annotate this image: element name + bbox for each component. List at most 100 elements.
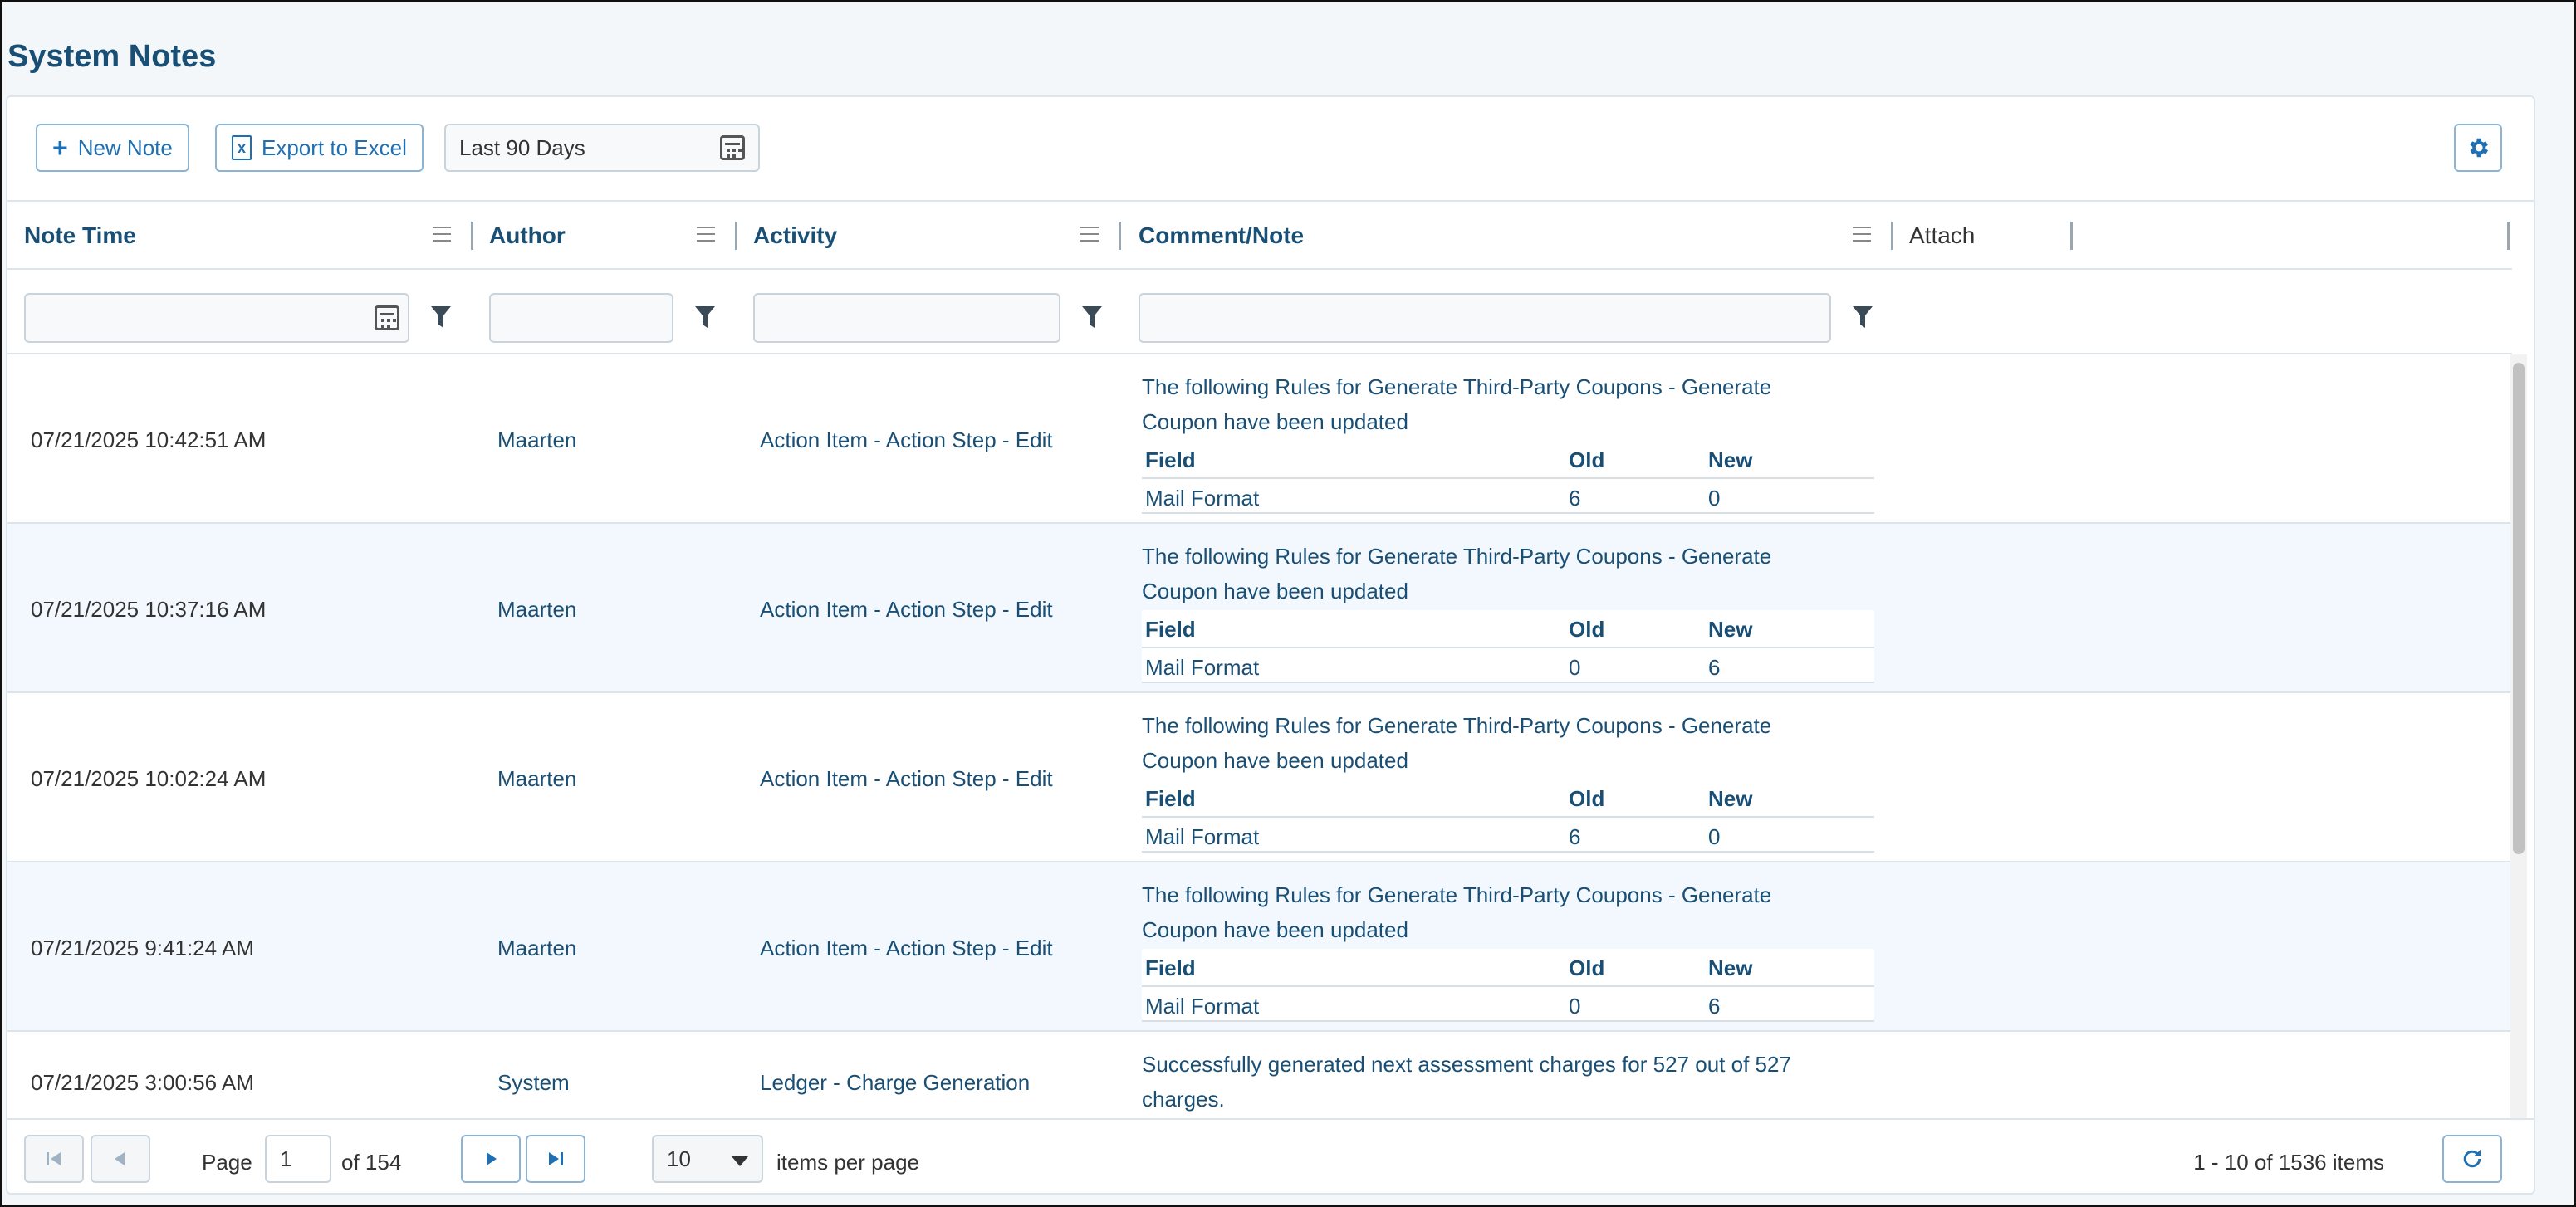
filter-icon[interactable] (695, 306, 715, 328)
change-field-header: Field (1145, 617, 1196, 642)
table-row[interactable]: 07/21/2025 10:42:51 AM Maarten Action It… (7, 354, 2512, 524)
page-label: Page (202, 1150, 252, 1175)
filter-row (7, 270, 2512, 354)
change-new-value: 0 (1708, 824, 1721, 849)
activity-cell: Action Item - Action Step - Edit (760, 766, 1053, 791)
column-header-note-time[interactable]: Note Time (24, 202, 136, 270)
column-header-attach[interactable]: Attach (1909, 202, 1975, 270)
grid-body: 07/21/2025 10:42:51 AM Maarten Action It… (7, 354, 2512, 1126)
comment-filter-input[interactable] (1139, 293, 1831, 343)
first-page-button[interactable] (24, 1135, 84, 1183)
last-page-button[interactable] (526, 1135, 585, 1183)
change-field-header: Field (1145, 786, 1196, 811)
change-table: Field Old New Mail Format 6 0 (1142, 441, 1874, 514)
previous-page-button[interactable] (91, 1135, 150, 1183)
author-cell: System (497, 1070, 570, 1095)
first-page-icon (47, 1152, 61, 1165)
change-new-header: New (1708, 786, 1753, 811)
note-time-cell: 07/21/2025 3:00:56 AM (31, 1070, 254, 1095)
per-page-value: 10 (667, 1146, 691, 1171)
column-header-activity[interactable]: Activity (753, 202, 837, 270)
table-row[interactable]: 07/21/2025 10:37:16 AM Maarten Action It… (7, 524, 2512, 693)
date-range-value: Last 90 Days (459, 134, 585, 160)
page-number-input[interactable]: 1 (265, 1135, 331, 1183)
change-old-header: Old (1569, 786, 1605, 811)
chevron-down-icon (732, 1156, 748, 1166)
filter-icon[interactable] (1082, 306, 1102, 328)
comment-text: Successfully generated next assessment c… (1142, 1052, 1791, 1112)
note-time-cell: 07/21/2025 10:37:16 AM (31, 597, 267, 622)
comment-text: The following Rules for Generate Third-P… (1142, 713, 1772, 773)
chevron-right-icon (487, 1152, 497, 1165)
table-row[interactable]: 07/21/2025 10:02:24 AM Maarten Action It… (7, 693, 2512, 862)
items-per-page-select[interactable]: 10 (652, 1135, 763, 1183)
new-note-label: New Note (77, 134, 173, 160)
change-old-header: Old (1569, 955, 1605, 980)
column-resize-handle[interactable] (1119, 222, 1121, 250)
author-cell: Maarten (497, 766, 577, 791)
change-old-value: 0 (1569, 655, 1581, 680)
filter-icon[interactable] (431, 306, 451, 328)
last-page-icon (549, 1152, 563, 1165)
change-field-header: Field (1145, 955, 1196, 980)
column-header-author[interactable]: Author (489, 202, 566, 270)
column-resize-handle[interactable] (471, 222, 473, 250)
change-table: Field Old New Mail Format 0 6 (1142, 949, 1874, 1022)
change-field-value: Mail Format (1145, 994, 1260, 1019)
activity-cell: Action Item - Action Step - Edit (760, 597, 1053, 622)
change-table: Field Old New Mail Format 6 0 (1142, 779, 1874, 853)
column-resize-handle[interactable] (2507, 222, 2510, 250)
change-new-header: New (1708, 447, 1753, 472)
author-filter-input[interactable] (489, 293, 673, 343)
plus-icon: + (52, 133, 68, 163)
column-resize-handle[interactable] (1891, 222, 1893, 250)
new-note-button[interactable]: + New Note (36, 124, 189, 172)
system-notes-grid: + New Note x Export to Excel Last 90 Day… (6, 95, 2535, 1195)
table-row[interactable]: 07/21/2025 3:00:56 AM System Ledger - Ch… (7, 1032, 2512, 1126)
note-time-cell: 07/21/2025 10:42:51 AM (31, 428, 267, 452)
change-old-header: Old (1569, 617, 1605, 642)
change-field-header: Field (1145, 447, 1196, 472)
change-new-value: 6 (1708, 655, 1721, 680)
column-resize-handle[interactable] (2070, 222, 2073, 250)
date-range-picker[interactable]: Last 90 Days (444, 124, 760, 172)
column-menu-icon[interactable] (697, 227, 715, 242)
activity-filter-input[interactable] (753, 293, 1060, 343)
change-new-header: New (1708, 955, 1753, 980)
change-field-value: Mail Format (1145, 655, 1260, 680)
activity-cell: Action Item - Action Step - Edit (760, 936, 1053, 960)
note-time-filter-input[interactable] (24, 293, 409, 343)
calendar-icon[interactable] (375, 305, 399, 330)
per-page-label: items per page (776, 1150, 919, 1175)
author-cell: Maarten (497, 428, 577, 452)
column-menu-icon[interactable] (1080, 227, 1099, 242)
settings-button[interactable] (2454, 124, 2502, 172)
note-time-cell: 07/21/2025 10:02:24 AM (31, 766, 267, 791)
page-title: System Notes (7, 39, 217, 74)
column-menu-icon[interactable] (1853, 227, 1871, 242)
change-old-value: 6 (1569, 824, 1581, 849)
change-new-value: 0 (1708, 486, 1721, 511)
column-menu-icon[interactable] (433, 227, 451, 242)
activity-cell: Action Item - Action Step - Edit (760, 428, 1053, 452)
refresh-icon (2463, 1149, 2481, 1168)
scrollbar-thumb[interactable] (2513, 363, 2525, 854)
change-field-value: Mail Format (1145, 486, 1260, 511)
table-row[interactable]: 07/21/2025 9:41:24 AM Maarten Action Ite… (7, 862, 2512, 1032)
pager-summary: 1 - 10 of 1536 items (2193, 1150, 2384, 1175)
column-header-comment[interactable]: Comment/Note (1139, 202, 1304, 270)
comment-text: The following Rules for Generate Third-P… (1142, 544, 1772, 604)
excel-icon: x (232, 135, 252, 160)
change-old-value: 6 (1569, 486, 1581, 511)
change-old-header: Old (1569, 447, 1605, 472)
chevron-left-icon (115, 1152, 125, 1165)
export-excel-button[interactable]: x Export to Excel (215, 124, 424, 172)
column-resize-handle[interactable] (735, 222, 737, 250)
change-field-value: Mail Format (1145, 824, 1260, 849)
calendar-icon[interactable] (720, 135, 745, 160)
vertical-scrollbar[interactable] (2510, 354, 2527, 1126)
filter-icon[interactable] (1853, 306, 1873, 328)
pager: Page 1 of 154 10 items per page 1 - 10 o… (7, 1118, 2534, 1193)
refresh-button[interactable] (2442, 1135, 2502, 1183)
next-page-button[interactable] (461, 1135, 521, 1183)
